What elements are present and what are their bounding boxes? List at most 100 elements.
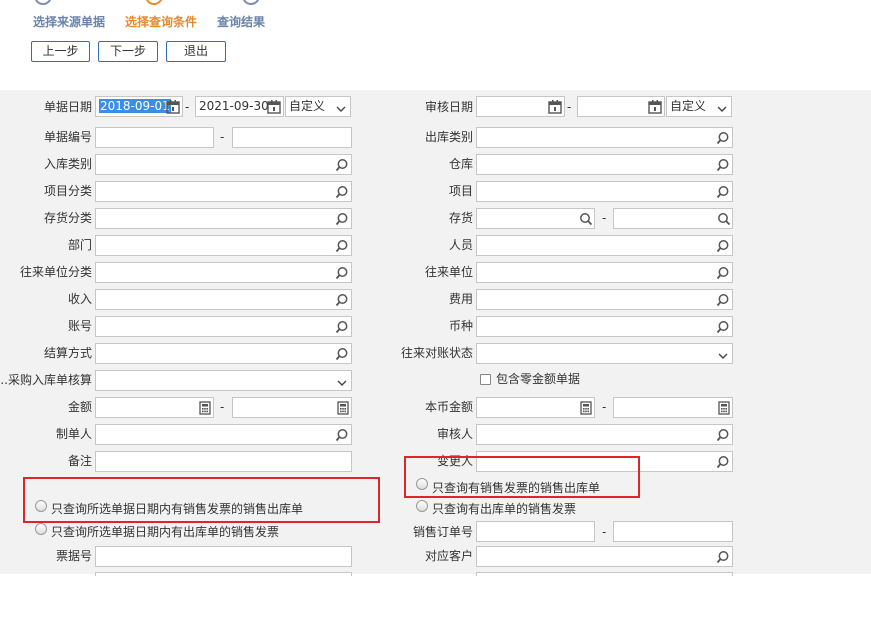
search-icon[interactable] — [716, 293, 730, 307]
project-label: 项目 — [448, 184, 473, 198]
next-step-button[interactable]: 下一步 — [98, 41, 158, 62]
proj-cat-field[interactable] — [95, 181, 352, 202]
inv-cat-label: 存货分类 — [43, 211, 92, 225]
calendar-icon[interactable] — [166, 100, 180, 114]
partner-label: 往来单位 — [424, 265, 473, 279]
out-type-label: 出库类别 — [424, 130, 473, 144]
calculator-icon[interactable] — [198, 401, 212, 415]
doc-date-range-select[interactable]: 自定义 — [285, 96, 351, 117]
settle-field[interactable] — [95, 343, 352, 364]
sales-order-from-field[interactable] — [476, 521, 595, 542]
audit-date-label: 审核日期 — [424, 100, 473, 114]
step-2-label[interactable]: 选择查询条件 — [125, 13, 197, 30]
remark-field[interactable] — [95, 451, 352, 472]
search-icon[interactable] — [335, 158, 349, 172]
only-outbound-invoice-radio[interactable] — [35, 523, 47, 535]
calendar-icon[interactable] — [267, 100, 281, 114]
prev-step-button[interactable]: 上一步 — [31, 41, 90, 62]
range-dash: - — [567, 100, 572, 114]
currency-label: 币种 — [448, 319, 473, 333]
amount-label: 金额 — [67, 400, 92, 414]
local-amount-to-field[interactable] — [613, 397, 733, 418]
chevron-down-icon — [337, 375, 347, 386]
inventory-to-field[interactable] — [613, 208, 733, 229]
sales-order-label: 销售订单号 — [412, 525, 473, 539]
calendar-icon[interactable] — [548, 100, 562, 114]
search-icon[interactable] — [716, 131, 730, 145]
local-amount-from-field[interactable] — [476, 397, 595, 418]
audit-date-from-field[interactable] — [476, 96, 565, 117]
partner-cat-field[interactable] — [95, 262, 352, 283]
search-icon[interactable] — [716, 158, 730, 172]
magnifier-icon[interactable] — [717, 212, 731, 226]
zero-amount-checkbox[interactable] — [480, 374, 491, 385]
amount-from-field[interactable] — [95, 397, 214, 418]
currency-field[interactable] — [476, 316, 733, 337]
search-icon[interactable] — [335, 428, 349, 442]
warehouse-field[interactable] — [476, 154, 733, 175]
search-icon[interactable] — [335, 320, 349, 334]
doc-date-label: 单据日期 — [43, 100, 92, 114]
search-icon[interactable] — [716, 455, 730, 469]
purchase-calc-select[interactable] — [95, 370, 352, 391]
search-icon[interactable] — [716, 266, 730, 280]
doc-no-from-field[interactable] — [95, 127, 214, 148]
doc-date-from-field[interactable]: 2018-09-01 — [95, 96, 183, 117]
search-icon[interactable] — [716, 185, 730, 199]
income-field[interactable] — [95, 289, 352, 310]
doc-no-to-field[interactable] — [232, 127, 352, 148]
partner-field[interactable] — [476, 262, 733, 283]
person-field[interactable] — [476, 235, 733, 256]
inventory-from-field[interactable] — [476, 208, 595, 229]
search-icon[interactable] — [716, 239, 730, 253]
search-icon[interactable] — [335, 293, 349, 307]
doc-date-to-field[interactable]: 2021-09-30 — [195, 96, 284, 117]
auditor-field[interactable] — [476, 424, 733, 445]
search-icon[interactable] — [716, 428, 730, 442]
only-with-outbound-invoice-radio[interactable] — [416, 500, 428, 512]
expense-field[interactable] — [476, 289, 733, 310]
dept-label: 部门 — [67, 238, 92, 252]
remark-label: 备注 — [67, 454, 92, 468]
magnifier-icon[interactable] — [579, 212, 593, 226]
inv-cat-field[interactable] — [95, 208, 352, 229]
only-outbound-invoice-label: 只查询所选单据日期内有出库单的销售发票 — [51, 525, 280, 539]
calculator-icon[interactable] — [717, 401, 731, 415]
project-field[interactable] — [476, 181, 733, 202]
search-icon[interactable] — [716, 320, 730, 334]
reconcile-select[interactable] — [476, 343, 733, 364]
step-3-label[interactable]: 查询结果 — [217, 13, 265, 30]
step-1-label[interactable]: 选择来源单据 — [33, 13, 105, 30]
exit-button[interactable]: 退出 — [166, 41, 226, 62]
customer-field[interactable] — [476, 546, 733, 567]
search-icon[interactable] — [335, 266, 349, 280]
search-icon[interactable] — [335, 239, 349, 253]
audit-date-range-select[interactable]: 自定义 — [666, 96, 732, 117]
calculator-icon[interactable] — [579, 401, 593, 415]
search-icon[interactable] — [716, 550, 730, 564]
ticket-no-field[interactable] — [95, 546, 352, 567]
maker-field[interactable] — [95, 424, 352, 445]
search-icon[interactable] — [335, 185, 349, 199]
calendar-icon[interactable] — [648, 100, 662, 114]
range-dash: - — [602, 525, 607, 539]
expense-label: 费用 — [448, 292, 473, 306]
out-type-field[interactable] — [476, 127, 733, 148]
account-field[interactable] — [95, 316, 352, 337]
dept-field[interactable] — [95, 235, 352, 256]
chevron-down-icon — [717, 101, 727, 112]
search-icon[interactable] — [335, 347, 349, 361]
chevron-down-icon — [718, 348, 728, 359]
sales-order-to-field[interactable] — [613, 521, 733, 542]
calculator-icon[interactable] — [336, 401, 350, 415]
amount-to-field[interactable] — [232, 397, 352, 418]
audit-date-range-value: 自定义 — [670, 99, 707, 113]
search-icon[interactable] — [335, 212, 349, 226]
in-type-field[interactable] — [95, 154, 352, 175]
audit-date-to-field[interactable] — [577, 96, 665, 117]
step-3-dot — [242, 0, 260, 5]
warehouse-label: 仓库 — [448, 157, 473, 171]
next-field-partial — [476, 572, 733, 576]
next-field-partial — [95, 572, 352, 576]
person-label: 人员 — [448, 238, 473, 252]
